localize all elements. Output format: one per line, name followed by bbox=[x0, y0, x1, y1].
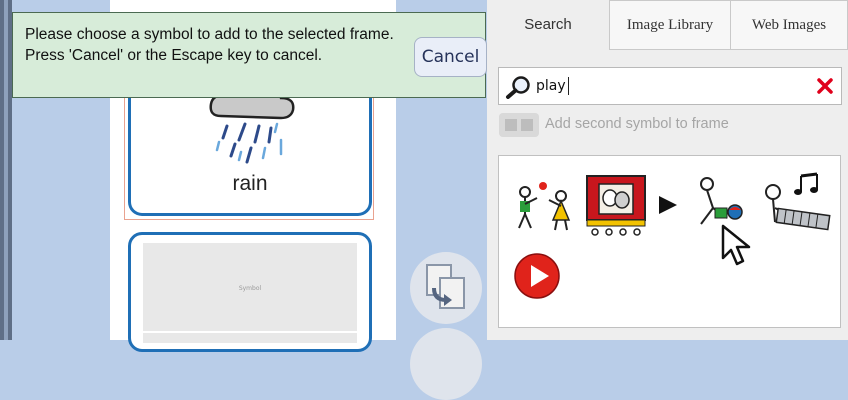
close-icon[interactable] bbox=[815, 76, 835, 96]
play-arrow-icon[interactable] bbox=[657, 194, 679, 216]
text-caret bbox=[568, 77, 569, 95]
frame-divider bbox=[143, 331, 357, 333]
instruction-banner: Please choose a symbol to add to the sel… bbox=[12, 12, 487, 98]
cancel-button[interactable]: Cancel bbox=[414, 37, 487, 77]
symbol-results bbox=[498, 155, 841, 328]
search-field[interactable] bbox=[498, 67, 842, 105]
play-button-icon[interactable] bbox=[513, 252, 561, 300]
copy-swap-icon bbox=[426, 264, 465, 309]
two-symbols-icon bbox=[499, 113, 539, 137]
window-edge bbox=[0, 0, 12, 340]
theatre-stage-icon[interactable] bbox=[585, 174, 647, 238]
playing-keyboard-icon[interactable] bbox=[761, 172, 833, 236]
add-second-symbol-label: Add second symbol to frame bbox=[545, 116, 729, 132]
frame-label: rain bbox=[232, 172, 268, 195]
tab-image-library[interactable]: Image Library bbox=[609, 0, 731, 50]
search-input[interactable] bbox=[536, 76, 796, 96]
symbol-placeholder-label: Symbol bbox=[238, 285, 262, 292]
children-playing-ball-icon[interactable] bbox=[511, 178, 579, 238]
swap-symbols-button[interactable] bbox=[410, 252, 482, 324]
tab-search[interactable]: Search bbox=[487, 2, 609, 52]
search-icon bbox=[506, 76, 530, 99]
child-playing-ball-icon[interactable] bbox=[689, 174, 753, 266]
instruction-message: Please choose a symbol to add to the sel… bbox=[25, 26, 394, 64]
frame-empty[interactable]: Symbol bbox=[128, 232, 372, 352]
add-second-symbol-button[interactable]: Add second symbol to frame bbox=[499, 113, 739, 137]
symbol-placeholder: Symbol bbox=[143, 243, 357, 343]
frame-action-button[interactable] bbox=[410, 328, 482, 400]
tab-web-images[interactable]: Web Images bbox=[731, 0, 848, 50]
